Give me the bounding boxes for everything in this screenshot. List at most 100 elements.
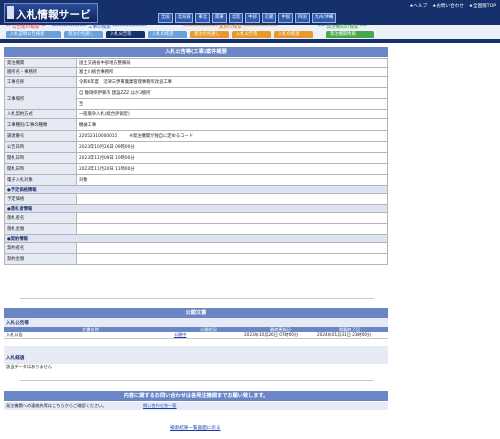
section-heading: ●落札者情報	[4, 204, 388, 213]
region-button[interactable]: 北海道	[174, 13, 194, 23]
detail-value: 2023年11月20日 11時00分	[76, 163, 388, 175]
contact-text: 発注機関への連絡先等はこちらからご確認ください。	[6, 403, 107, 408]
contact-title: 内容に関するお問い合わせは各発注機関までお願い致します。	[4, 391, 388, 401]
section-row: ●予定価格情報	[4, 185, 388, 194]
detail-value: 令和6年度 沼津三伊東農業管理事務所改良工事	[76, 76, 388, 88]
detail-row: 電子入札対象 対象	[4, 174, 388, 186]
detail-key: 開札日時	[4, 152, 77, 164]
detail-row: 入札契約方式 一般競争入札(総合評価型)	[4, 109, 388, 119]
tab-construction-notices[interactable]: 入札公告等	[106, 31, 145, 38]
detail-key: 発注機関	[4, 58, 77, 68]
page-title: 入札公告等(工事)案件概要	[4, 47, 388, 57]
detail-value: 2023年11月09日 10時00分	[76, 152, 388, 164]
back-to-results-link[interactable]: 検索結果一覧画面に戻る	[170, 425, 221, 431]
notice-docs-heading: 入札公告等	[6, 321, 29, 326]
detail-value: 機械工事	[76, 118, 388, 131]
region-button[interactable]: 近畿	[261, 13, 277, 23]
detail-row: 調達番号 22052310000015 ※発注機関が独自に定めるコード	[4, 130, 388, 142]
detail-value: 自 静岡県伊東市 建設ZZZ ほか3箇所	[76, 87, 388, 99]
public-docs-title: 公開文書	[4, 308, 388, 318]
detail-row: 工事名称 令和6年度 沼津三伊東農業管理事務所改良工事	[4, 76, 388, 88]
region-button[interactable]: 東北	[195, 13, 211, 23]
detail-key: 電子入札対象	[4, 174, 77, 186]
detail-row: 予定価格	[4, 193, 388, 205]
detail-row: 落札金額	[4, 223, 388, 235]
detail-value: 22052310000015 ※発注機関が独自に定めるコード	[76, 130, 388, 142]
help-link[interactable]: ★ヘルプ	[409, 3, 427, 9]
detail-row: 開札日時 2023年11月09日 10時00分	[4, 152, 388, 164]
detail-key: 工事名称	[4, 76, 77, 88]
region-button[interactable]: 四国	[295, 13, 310, 23]
detail-key: 落札金額	[4, 223, 77, 235]
detail-value: 至	[76, 98, 388, 110]
detail-row: 契約者名	[4, 242, 388, 254]
detail-value	[76, 253, 388, 265]
procurement-note: ※発注機関が独自に定めるコード	[129, 134, 194, 139]
detail-key: 落札者名	[4, 212, 77, 224]
detail-row: 契約金額	[4, 253, 388, 265]
tab-agency-info[interactable]: 発注機関情報	[326, 31, 374, 38]
detail-key: 工事種別/工事の種類	[4, 118, 77, 131]
section-heading: ●契約情報	[4, 234, 388, 243]
detail-key: 開札日時	[4, 163, 77, 175]
region-button[interactable]: 全国	[158, 13, 173, 23]
detail-key: 契約金額	[4, 253, 77, 265]
table-row: 入札公告 公開中 2023年10月26日 07時00分 2024年01月31日 …	[4, 332, 388, 339]
detail-value	[76, 193, 388, 205]
process-heading: 入札経過	[6, 356, 25, 361]
detail-key: 調達番号	[4, 130, 77, 142]
contact-list-link[interactable]: 問い合わせ先一覧	[143, 403, 177, 409]
doc-updated: 2023年10月26日 07時00分	[244, 332, 299, 337]
section-row: ●契約情報	[4, 234, 388, 243]
logo-mark-icon	[7, 6, 14, 19]
site-logo[interactable]: 入札情報サービス	[4, 3, 98, 36]
detail-key: 箇所名・事務所	[4, 67, 77, 77]
region-button[interactable]: 中部	[245, 13, 260, 23]
section-row: ●落札者情報	[4, 204, 388, 213]
tab-service-notices[interactable]: 入札公告等	[232, 31, 271, 38]
doc-status-link[interactable]: 公開中	[174, 332, 187, 338]
tab-announcement-search[interactable]: 入札説明公告検索	[6, 31, 61, 38]
detail-value: 国土交通省中部地方整備局	[76, 58, 388, 68]
doc-name: 入札公告	[6, 332, 23, 337]
detail-row: 箇所名・事務所 富士川統合事務所	[4, 67, 388, 77]
region-button[interactable]: 中国	[278, 13, 294, 23]
detail-row: 落札者名	[4, 212, 388, 224]
section-heading: ●予定価格情報	[4, 185, 388, 194]
tab-construction-progress[interactable]: 入札の経過	[148, 31, 187, 38]
tab-service-progress[interactable]: 入札の経過	[274, 31, 313, 38]
region-button[interactable]: 北陸	[228, 13, 244, 23]
notice-docs-header: 入札公告等	[4, 318, 388, 327]
detail-value	[76, 212, 388, 224]
case-detail-table: 発注機関 国土交通省中部地方整備局 箇所名・事務所 富士川統合事務所 工事名称 令和6…	[4, 58, 388, 265]
detail-key: 予定価格	[4, 193, 77, 205]
contact-row: 発注機関への連絡先等はこちらからご確認ください。 問い合わせ先一覧	[4, 402, 388, 410]
detail-value	[76, 223, 388, 235]
process-empty-text: 該当データはありません	[6, 364, 52, 369]
detail-value: 2023年10月26日 09時00分	[76, 141, 388, 153]
detail-row: 開札日時 2023年11月20日 11時00分	[4, 163, 388, 175]
procurement-number: 22052310000015	[79, 134, 118, 139]
contact-link[interactable]: ★お問い合わせ	[432, 3, 464, 9]
detail-value: 富士川統合事務所	[76, 67, 388, 77]
nav-divider	[0, 39, 500, 43]
detail-row: 工事場所自 静岡県伊東市 建設ZZZ ほか3箇所	[4, 87, 388, 110]
detail-row: 発注機関 国土交通省中部地方整備局	[4, 58, 388, 68]
detail-key: 入札契約方式	[4, 109, 77, 119]
detail-value	[76, 242, 388, 254]
detail-key: 工事場所	[4, 87, 77, 110]
region-button[interactable]: 九州/沖縄	[311, 13, 337, 23]
region-button[interactable]: 関東	[212, 13, 227, 23]
process-header: 入札経過	[4, 346, 388, 364]
detail-row: 公告日時 2023年10月26日 09時00分	[4, 141, 388, 153]
detail-value: 対象	[76, 174, 388, 186]
doc-end: 2024年01月31日 23時00分	[317, 332, 372, 337]
region-selector: 全国 北海道 東北 関東 北陸 中部 近畿 中国 四国 九州/沖縄	[158, 13, 337, 23]
divider	[20, 380, 374, 381]
national-top-link[interactable]: ★全国版TOP	[469, 3, 496, 9]
detail-value: 一般競争入札(総合評価型)	[76, 109, 388, 119]
detail-key: 公告日時	[4, 141, 77, 153]
tab-service-outlook[interactable]: 発注の見通し	[190, 31, 229, 38]
nav-tabs: 入札説明公告検索 発注の見通し 入札公告等 入札の経過 発注の見通し 入札公告等…	[0, 31, 500, 39]
tab-construction-outlook[interactable]: 発注の見通し	[64, 31, 103, 38]
